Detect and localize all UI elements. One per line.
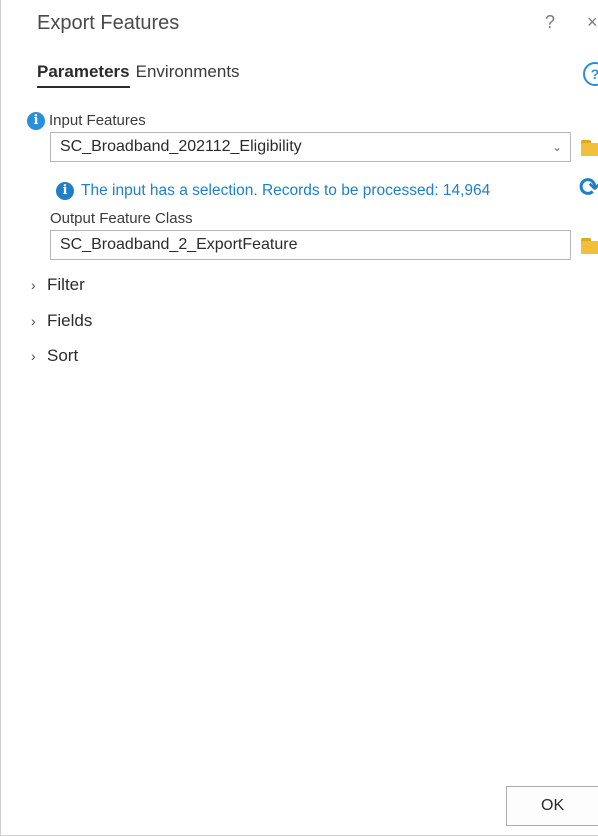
input-features-label: Input Features [49,112,146,129]
chevron-down-icon[interactable]: ⌄ [552,133,562,161]
pane-title: Export Features [37,12,180,34]
folder-icon[interactable] [581,140,598,156]
export-features-pane: Export Features ? × Parameters Environme… [0,0,598,836]
ok-button[interactable]: OK [506,786,598,826]
tab-parameters[interactable]: Parameters [37,62,130,88]
close-icon[interactable]: × [587,12,598,33]
info-icon: i [56,182,74,200]
section-label: Sort [47,346,79,365]
output-feature-class-label: Output Feature Class [50,210,193,227]
tab-bar: Parameters Environments [37,62,240,88]
section-filter[interactable]: › Filter [31,275,85,295]
output-feature-class-value: SC_Broadband_2_ExportFeature [60,236,298,253]
chevron-right-icon: › [31,348,36,364]
input-features-combobox[interactable]: SC_Broadband_202112_Eligibility ⌄ [50,132,571,162]
section-label: Fields [47,311,93,330]
selection-message: The input has a selection. Records to be… [81,182,491,199]
tab-environments[interactable]: Environments [136,62,240,88]
refresh-icon[interactable]: ⟳ [579,172,598,203]
section-fields[interactable]: › Fields [31,311,92,331]
tool-help-icon[interactable]: ? [583,62,598,86]
input-features-value: SC_Broadband_202112_Eligibility [60,138,302,155]
folder-icon[interactable] [581,238,598,254]
chevron-right-icon: › [31,277,36,293]
section-sort[interactable]: › Sort [31,346,78,366]
output-feature-class-field[interactable]: SC_Broadband_2_ExportFeature [50,230,571,260]
section-label: Filter [47,275,85,294]
chevron-right-icon: › [31,313,36,329]
help-icon[interactable]: ? [545,12,555,33]
info-icon[interactable]: i [27,112,45,130]
